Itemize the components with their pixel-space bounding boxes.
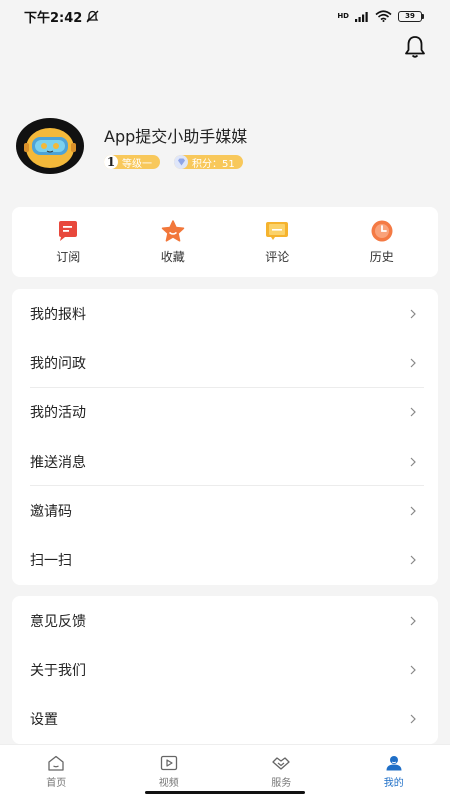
- quick-action-label: 订阅: [56, 249, 81, 264]
- home-icon: [48, 755, 64, 771]
- menu-group-primary: 我的报料 我的问政 我的活动 推送消息 邀请码 扫一扫: [12, 289, 438, 585]
- status-time-text: 下午2:42: [24, 10, 83, 26]
- video-icon: [160, 755, 177, 771]
- menu-item-label: 我的报料: [30, 306, 86, 323]
- menu-item-label: 我的活动: [30, 405, 86, 422]
- bell-icon[interactable]: [402, 34, 428, 60]
- username: App提交小助手媒媒: [104, 127, 248, 146]
- menu-item-my-reports[interactable]: 我的报料: [12, 289, 438, 338]
- nav-label: 首页: [46, 778, 67, 789]
- avatar[interactable]: [16, 118, 84, 174]
- menu-item-settings[interactable]: 设置: [12, 695, 438, 744]
- chevron-right-icon: [410, 407, 416, 417]
- menu-item-push-messages[interactable]: 推送消息: [12, 437, 438, 487]
- battery-level: 39: [398, 10, 422, 22]
- menu-item-about-us[interactable]: 关于我们: [12, 645, 438, 694]
- points-badge: 积分：51: [174, 155, 243, 170]
- chevron-right-icon: [410, 555, 416, 565]
- status-icons: HD 39: [337, 10, 424, 22]
- person-icon: [386, 756, 402, 771]
- quick-action-subscribe[interactable]: 订阅: [23, 220, 113, 265]
- chevron-right-icon: [410, 665, 416, 675]
- star-icon: [161, 219, 185, 242]
- menu-item-label: 扫一扫: [30, 553, 72, 570]
- quick-action-label: 评论: [265, 249, 290, 264]
- handshake-icon: [272, 757, 290, 770]
- chevron-right-icon: [410, 714, 416, 724]
- mute-icon: [86, 10, 99, 22]
- level-number: 1: [104, 155, 118, 169]
- network-type: HD: [337, 12, 349, 20]
- chevron-right-icon: [410, 358, 416, 368]
- menu-item-feedback[interactable]: 意见反馈: [12, 596, 438, 645]
- menu-item-label: 意见反馈: [30, 613, 86, 630]
- nav-mine[interactable]: 我的: [344, 755, 444, 789]
- comment-icon: [265, 220, 289, 242]
- nav-services[interactable]: 服务: [231, 755, 331, 789]
- subscribe-icon: [56, 220, 80, 242]
- quick-action-comment[interactable]: 评论: [232, 220, 322, 265]
- wifi-icon: [375, 10, 392, 22]
- menu-group-secondary: 意见反馈 关于我们 设置: [12, 596, 438, 744]
- chevron-right-icon: [410, 506, 416, 516]
- nav-label: 视频: [158, 778, 179, 789]
- menu-item-invite-code[interactable]: 邀请码: [12, 486, 438, 535]
- profile-section[interactable]: App提交小助手媒媒 1 等级一 积分：51: [16, 118, 247, 174]
- robot-mascot-icon: [24, 128, 76, 168]
- menu-item-label: 邀请码: [30, 503, 72, 520]
- menu-item-scan[interactable]: 扫一扫: [12, 535, 438, 584]
- nav-label: 服务: [271, 778, 292, 789]
- signal-icon: [355, 11, 368, 22]
- quick-actions-card: 订阅 收藏 评论 历史: [12, 207, 438, 277]
- level-label: 等级一: [122, 158, 152, 170]
- status-bar: 下午2:42 HD 39: [0, 0, 450, 32]
- status-time: 下午2:42: [24, 7, 99, 26]
- menu-item-label: 我的问政: [30, 355, 86, 372]
- quick-action-favorite[interactable]: 收藏: [128, 219, 218, 265]
- battery-icon: 39: [398, 10, 424, 22]
- profile-badges: 1 等级一 积分：51: [104, 155, 247, 170]
- chevron-right-icon: [410, 616, 416, 626]
- nav-home[interactable]: 首页: [6, 755, 106, 789]
- menu-item-label: 关于我们: [30, 662, 86, 679]
- home-indicator: [145, 791, 305, 794]
- quick-action-label: 收藏: [160, 249, 185, 264]
- bottom-nav: 首页 视频 服务 我的: [0, 744, 450, 800]
- level-badge: 1 等级一: [104, 155, 160, 170]
- clock-icon: [370, 220, 394, 242]
- quick-action-history[interactable]: 历史: [337, 220, 427, 265]
- menu-item-my-inquiries[interactable]: 我的问政: [12, 338, 438, 388]
- diamond-icon: [174, 155, 188, 169]
- points-label: 积分：51: [192, 158, 235, 170]
- profile-info: App提交小助手媒媒 1 等级一 积分：51: [104, 123, 248, 170]
- menu-item-label: 推送消息: [30, 454, 86, 471]
- chevron-right-icon: [410, 309, 416, 319]
- menu-item-my-activities[interactable]: 我的活动: [12, 388, 438, 437]
- nav-label: 我的: [383, 778, 404, 789]
- menu-item-label: 设置: [30, 712, 58, 729]
- chevron-right-icon: [410, 457, 416, 466]
- nav-video[interactable]: 视频: [119, 755, 219, 789]
- quick-action-label: 历史: [369, 249, 394, 264]
